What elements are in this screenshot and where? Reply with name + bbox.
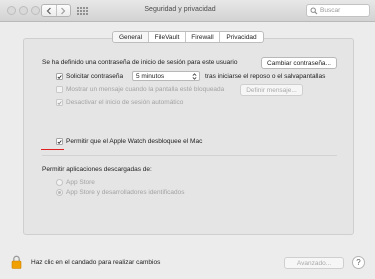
window-title: Seguridad y privacidad [144, 6, 216, 13]
chevron-right-icon [61, 7, 66, 14]
forward-button[interactable] [55, 5, 71, 16]
disable-autologin-checkbox[interactable] [56, 99, 63, 106]
minimize-window-button[interactable] [19, 6, 28, 15]
tab-firewall[interactable]: Firewall [185, 32, 219, 42]
help-button[interactable]: ? [352, 256, 365, 269]
radio-dot [58, 191, 61, 194]
grid-icon [76, 6, 79, 9]
tab-privacy[interactable]: Privacidad [219, 32, 263, 42]
checkmark-icon [57, 139, 62, 144]
lock-icon [11, 255, 22, 269]
tab-filevault[interactable]: FileVault [148, 32, 185, 42]
show-message-label: Mostrar un mensaje cuando la pantalla es… [66, 86, 225, 93]
password-set-text: Se ha definido una contraseña de inicio … [42, 59, 238, 66]
help-icon: ? [356, 258, 361, 267]
require-password-checkbox[interactable] [56, 73, 63, 80]
app-store-radio-label: App Store [66, 179, 95, 186]
tab-general[interactable]: General [113, 32, 148, 42]
back-button[interactable] [42, 5, 56, 16]
app-store-identified-radio-label: App Store y desarrolladores identificado… [66, 189, 185, 196]
up-down-arrows-icon [192, 73, 197, 80]
navigation-buttons [41, 4, 71, 17]
app-store-identified-radio[interactable] [56, 189, 63, 196]
password-delay-select[interactable]: 5 minutos [132, 71, 200, 81]
checkmark-icon [57, 74, 62, 79]
advanced-button[interactable]: Avanzado... [284, 257, 344, 269]
red-annotation-underline [41, 149, 64, 150]
show-all-button[interactable] [75, 4, 89, 17]
toolbar: Seguridad y privacidad [0, 0, 375, 22]
general-pane: Se ha definido una contraseña de inicio … [23, 38, 354, 235]
disable-autologin-label: Desactivar el inicio de sesión automátic… [66, 99, 184, 106]
checkmark-icon [57, 100, 62, 105]
lock-button[interactable] [11, 255, 22, 269]
zoom-window-button[interactable] [31, 6, 40, 15]
password-delay-value: 5 minutos [136, 72, 165, 80]
search-input[interactable] [320, 7, 370, 14]
apple-watch-unlock-checkbox[interactable] [56, 138, 63, 145]
require-password-suffix: tras iniciarse el reposo o el salvapanta… [205, 73, 326, 80]
show-message-checkbox[interactable] [56, 86, 63, 93]
tab-bar: General FileVault Firewall Privacidad [112, 31, 264, 43]
app-store-radio[interactable] [56, 179, 63, 186]
downloads-heading: Permitir aplicaciones descargadas de: [42, 166, 152, 173]
apple-watch-unlock-label: Permitir que el Apple Watch desbloquee e… [66, 138, 203, 145]
chevron-left-icon [46, 7, 51, 14]
section-divider [42, 155, 337, 156]
security-privacy-window: Seguridad y privacidad Se ha definido un… [0, 0, 375, 279]
search-field[interactable] [306, 4, 370, 17]
search-icon [310, 7, 318, 15]
lock-instruction-text: Haz clic en el candado para realizar cam… [31, 259, 161, 266]
require-password-label: Solicitar contraseña [66, 73, 124, 80]
change-password-button[interactable]: Cambiar contraseña... [261, 57, 337, 69]
close-window-button[interactable] [7, 6, 16, 15]
set-message-button[interactable]: Definir mensaje... [240, 84, 303, 96]
